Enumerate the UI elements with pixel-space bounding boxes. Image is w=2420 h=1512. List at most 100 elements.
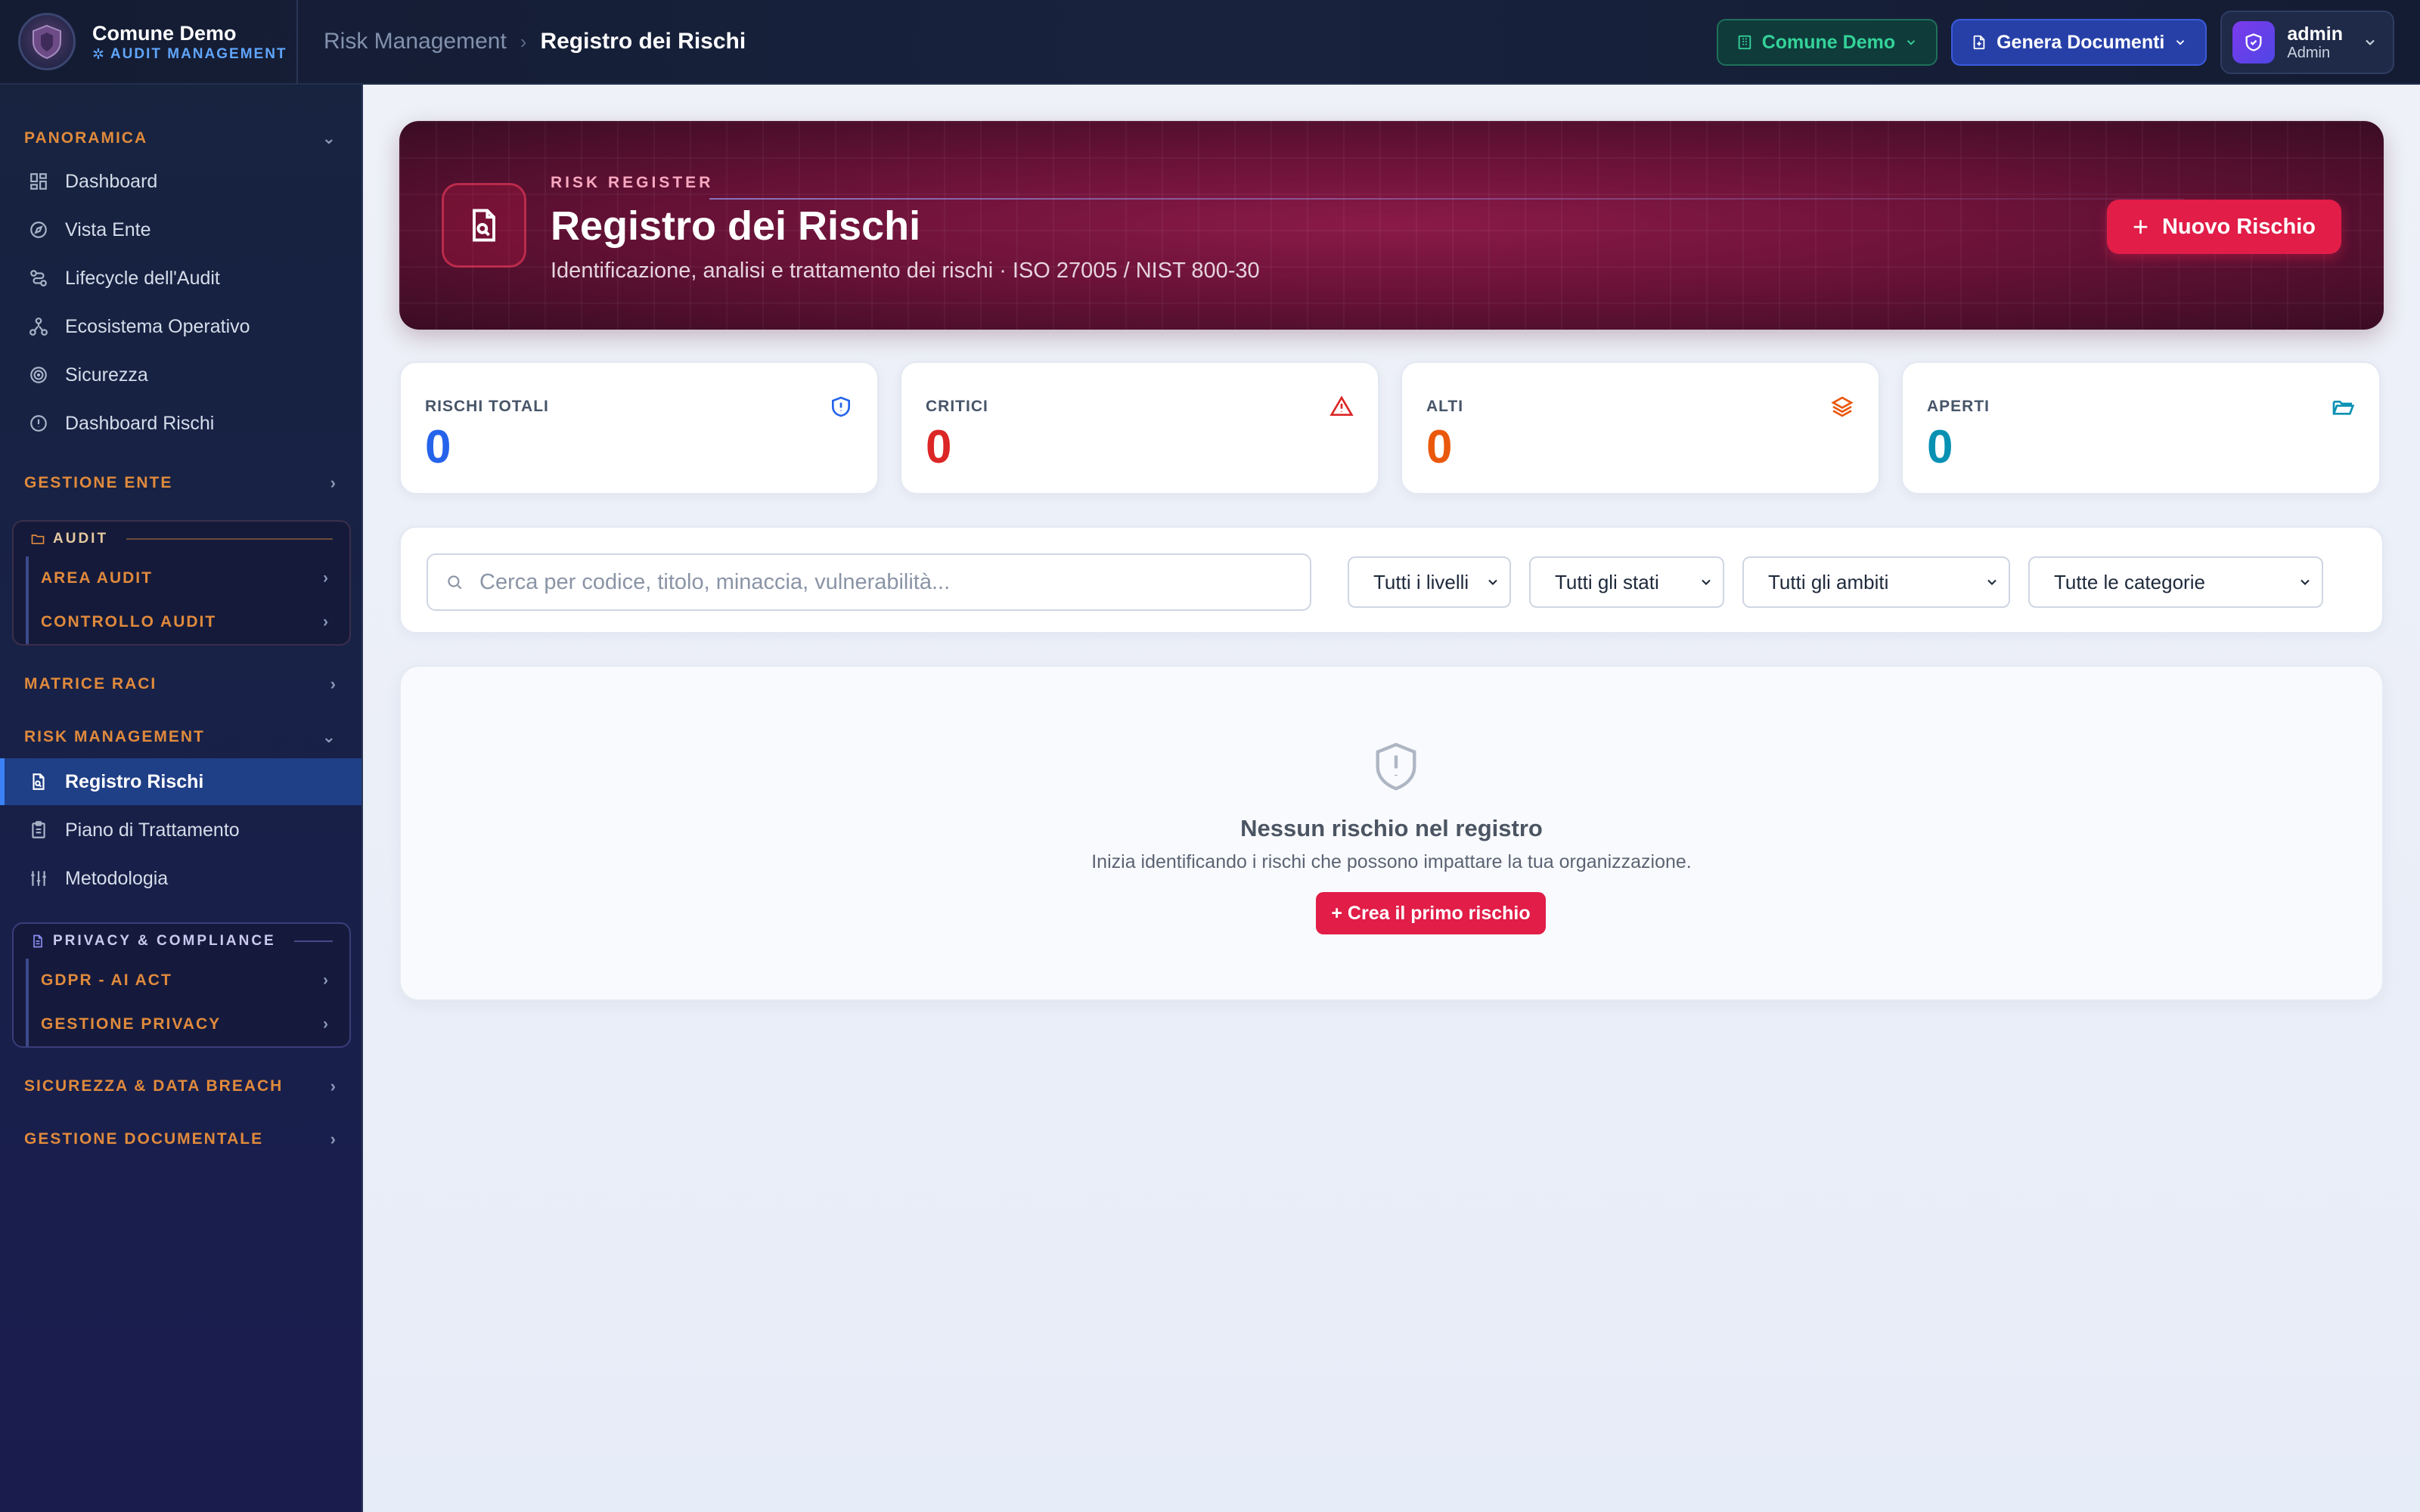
chevron-right-icon: › xyxy=(330,473,337,492)
level-select-value: Tutti i livelli xyxy=(1373,570,1469,593)
sliders-icon xyxy=(27,867,50,890)
sidebar-link-gestione-privacy[interactable]: GESTIONE PRIVACY › xyxy=(26,1002,349,1046)
chevron-down-icon xyxy=(1987,579,1996,585)
chevron-right-icon: › xyxy=(330,1077,337,1095)
crest-logo-icon xyxy=(18,13,76,70)
chevron-down-icon: ⌄ xyxy=(321,727,337,746)
user-menu[interactable]: admin Admin xyxy=(2220,11,2394,74)
audit-group-title: AUDIT xyxy=(53,531,109,547)
shield-alert-icon xyxy=(1376,742,1416,791)
section-matrice-raci[interactable]: MATRICE RACI › xyxy=(24,671,337,698)
stat-value: 0 xyxy=(926,421,952,473)
file-search-icon xyxy=(442,183,526,268)
chevron-right-icon: › xyxy=(323,1015,330,1033)
sidebar-item-metodologia[interactable]: Metodologia xyxy=(0,855,361,902)
network-icon xyxy=(27,315,50,338)
chevron-down-icon: ⌄ xyxy=(321,129,337,147)
sidebar-item-vista-ente[interactable]: Vista Ente xyxy=(0,206,361,253)
section-panoramica[interactable]: PANORAMICA ⌄ xyxy=(24,125,337,152)
sidebar-link-gdpr-ai-act[interactable]: GDPR - AI ACT › xyxy=(26,959,349,1002)
ente-selector-label: Comune Demo xyxy=(1761,31,1896,53)
clipboard-icon xyxy=(27,819,50,841)
sidebar-item-label: Piano di Trattamento xyxy=(65,819,240,841)
chevron-right-icon: › xyxy=(330,674,337,693)
chevron-down-icon xyxy=(1907,40,1916,45)
section-matrice-raci-title: MATRICE RACI xyxy=(24,675,157,692)
layers-icon xyxy=(1831,396,1854,417)
sidebar-link-label: GDPR - AI ACT xyxy=(41,971,172,989)
section-risk-management[interactable]: RISK MANAGEMENT ⌄ xyxy=(24,723,337,751)
divider xyxy=(293,940,333,942)
sidebar-item-registro-rischi[interactable]: Registro Rischi xyxy=(0,758,361,805)
avatar xyxy=(2232,21,2276,64)
stat-card-open: APERTI 0 xyxy=(1901,361,2381,494)
search-input[interactable] xyxy=(479,569,1296,595)
new-risk-button[interactable]: + Nuovo Rischio xyxy=(2106,200,2341,254)
route-icon xyxy=(27,267,50,290)
brand-name: Comune Demo xyxy=(92,21,237,45)
divider xyxy=(709,198,2184,200)
chevron-down-icon xyxy=(1702,579,1711,585)
sidebar-link-label: CONTROLLO AUDIT xyxy=(41,613,217,631)
breadcrumb: Risk Management › Registro dei Rischi xyxy=(324,29,746,54)
section-sicurezza-data-breach[interactable]: SICUREZZA & DATA BREACH › xyxy=(24,1073,337,1100)
building-icon xyxy=(1738,35,1751,50)
sidebar-link-area-audit[interactable]: AREA AUDIT › xyxy=(26,556,349,600)
chevron-right-icon: › xyxy=(323,613,330,631)
generate-documents-button[interactable]: Genera Documenti xyxy=(1951,19,2207,66)
category-select[interactable]: Tutte le categorie xyxy=(2028,556,2323,608)
filter-bar: Tutti i livelli Tutti gli stati Tutti gl… xyxy=(399,526,2384,634)
grid-icon xyxy=(27,170,50,193)
breadcrumb-separator: › xyxy=(520,29,527,53)
divider xyxy=(126,538,333,540)
folder-open-icon xyxy=(2332,401,2355,415)
section-gestione-documentale-title: GESTIONE DOCUMENTALE xyxy=(24,1130,264,1148)
stat-value: 0 xyxy=(425,421,451,473)
stat-card-total: RISCHI TOTALI 0 xyxy=(399,361,879,494)
scope-select[interactable]: Tutti gli ambiti xyxy=(1742,556,2010,608)
section-gestione-ente[interactable]: GESTIONE ENTE › xyxy=(24,469,337,497)
page-header: RISK REGISTER Registro dei Rischi Identi… xyxy=(399,121,2384,330)
create-first-risk-button[interactable]: + Crea il primo rischio xyxy=(1316,892,1546,934)
stat-label: ALTI xyxy=(1426,398,1464,415)
sidebar-item-piano-trattamento[interactable]: Piano di Trattamento xyxy=(0,807,361,854)
scope-select-value: Tutti gli ambiti xyxy=(1768,570,1889,593)
category-select-value: Tutte le categorie xyxy=(2054,570,2205,593)
sidebar-item-lifecycle[interactable]: Lifecycle dell'Audit xyxy=(0,255,361,302)
empty-state-subtitle: Inizia identificando i rischi che posson… xyxy=(1091,851,1692,872)
section-sicurezza-title: SICUREZZA & DATA BREACH xyxy=(24,1077,284,1095)
chevron-down-icon xyxy=(2176,40,2185,45)
sidebar-item-label: Dashboard xyxy=(65,170,158,192)
sparkle-icon: ✲ xyxy=(92,46,106,63)
sidebar-item-ecosistema[interactable]: Ecosistema Operativo xyxy=(0,303,361,350)
warning-icon xyxy=(1329,395,1354,416)
level-select[interactable]: Tutti i livelli xyxy=(1348,556,1511,608)
sidebar-item-dashboard[interactable]: Dashboard xyxy=(0,158,361,205)
folder-icon xyxy=(31,534,45,544)
file-plus-icon xyxy=(1973,35,1985,50)
breadcrumb-parent[interactable]: Risk Management xyxy=(324,29,507,54)
section-panoramica-title: PANORAMICA xyxy=(24,129,148,147)
chevron-down-icon xyxy=(2301,579,2310,585)
user-role: Admin xyxy=(2287,44,2331,61)
section-risk-management-title: RISK MANAGEMENT xyxy=(24,728,205,745)
main-content: RISK REGISTER Registro dei Rischi Identi… xyxy=(363,85,2420,1512)
page-subtitle: Identificazione, analisi e trattamento d… xyxy=(551,259,1260,283)
stat-label: RISCHI TOTALI xyxy=(425,398,549,415)
stat-card-high: ALTI 0 xyxy=(1401,361,1880,494)
brand[interactable]: Comune Demo ✲ AUDIT MANAGEMENT xyxy=(0,0,298,84)
sidebar-item-sicurezza[interactable]: Sicurezza xyxy=(0,352,361,398)
sidebar-item-dashboard-rischi[interactable]: Dashboard Rischi xyxy=(0,400,361,447)
stat-value: 0 xyxy=(1927,421,1953,473)
chevron-down-icon xyxy=(2366,39,2375,45)
section-gestione-ente-title: GESTIONE ENTE xyxy=(24,474,173,491)
sidebar-item-label: Lifecycle dell'Audit xyxy=(65,267,220,289)
sidebar-item-label: Registro Rischi xyxy=(65,770,204,792)
audit-group: AUDIT AREA AUDIT › CONTROLLO AUDIT › xyxy=(12,520,351,646)
document-icon xyxy=(33,934,42,948)
sidebar-link-controllo-audit[interactable]: CONTROLLO AUDIT › xyxy=(26,600,349,644)
section-gestione-documentale[interactable]: GESTIONE DOCUMENTALE › xyxy=(24,1126,337,1153)
chevron-right-icon: › xyxy=(323,971,330,989)
ente-selector-button[interactable]: Comune Demo xyxy=(1716,19,1938,66)
status-select[interactable]: Tutti gli stati xyxy=(1529,556,1724,608)
